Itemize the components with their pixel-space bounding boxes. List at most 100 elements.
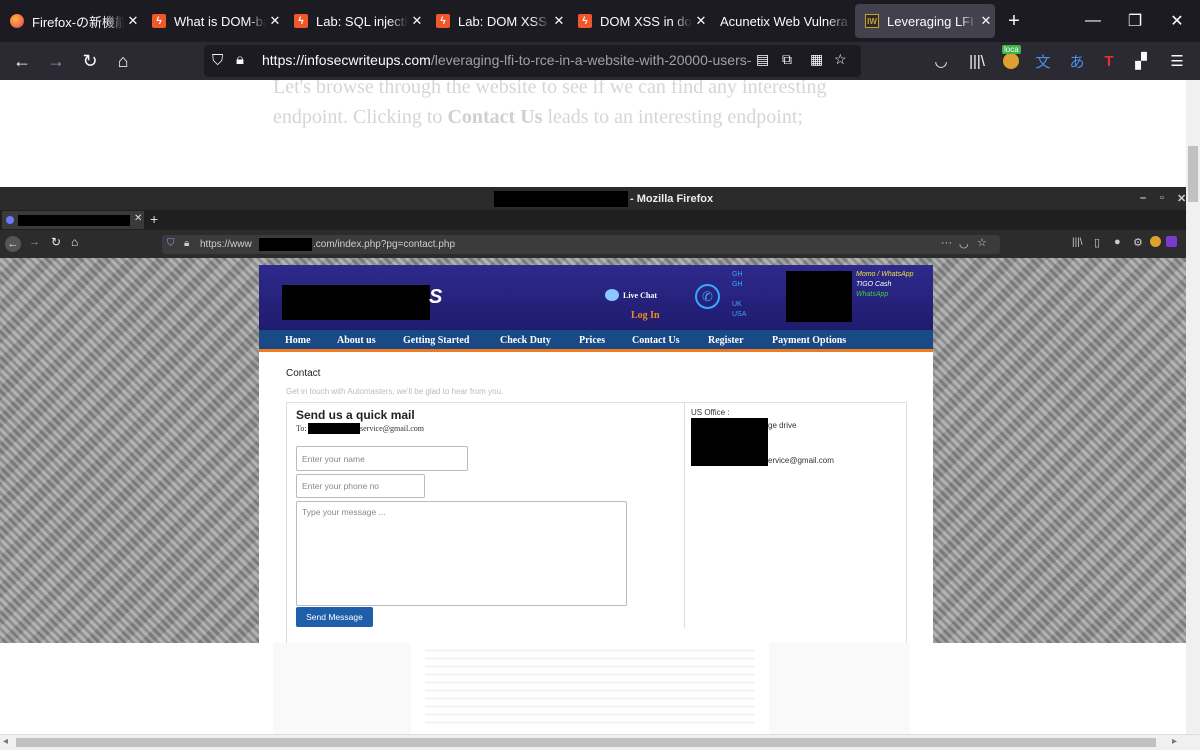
- contact-heading: Contact: [286, 368, 321, 379]
- payment-method: Momo / WhatsApp: [856, 271, 914, 278]
- send-message-label: Send Message: [306, 612, 363, 622]
- localhost-extension-button[interactable]: loca: [996, 45, 1026, 77]
- pocket-icon: ◡: [934, 53, 948, 70]
- inner-navigation-toolbar: ← → ↻ ⌂ ⛉ 🔒︎ https://www .com/index.php?…: [0, 230, 1186, 258]
- redacted-block: [786, 271, 852, 322]
- arrow-left-icon: ←: [5, 236, 21, 252]
- article-paragraph: Let's browse through the website to see …: [273, 80, 873, 132]
- site-nav-home: Home: [285, 335, 311, 346]
- horizontal-scrollbar[interactable]: ◂ ▸: [0, 734, 1200, 750]
- extension-icon: [1003, 53, 1019, 69]
- close-icon[interactable]: ✕: [550, 13, 568, 29]
- phone-placeholder: Enter your phone no: [302, 481, 380, 491]
- extension-icon: [1150, 236, 1161, 247]
- close-icon[interactable]: ✕: [266, 13, 284, 29]
- text-extension-button[interactable]: T: [1094, 45, 1124, 77]
- scroll-thumb[interactable]: [1188, 146, 1198, 202]
- restore-button[interactable]: ❐: [1112, 0, 1158, 42]
- translate-extension-2-button[interactable]: あ: [1062, 45, 1092, 77]
- country-code: UK: [732, 301, 742, 308]
- home-button[interactable]: ⌂: [107, 45, 139, 77]
- shield-icon[interactable]: ⛉: [212, 52, 223, 69]
- tab-sql-injection[interactable]: ϟ Lab: SQL injection ✕: [284, 0, 426, 42]
- close-icon[interactable]: ✕: [692, 13, 710, 29]
- contact-subtitle: Get in touch with Automasters, we'll be …: [286, 387, 504, 396]
- article-line: endpoint. Clicking to Contact Us leads t…: [273, 102, 873, 132]
- forward-button[interactable]: →: [40, 45, 72, 77]
- redacted-logo-block: [282, 285, 430, 320]
- library-icon: |||\: [1072, 237, 1083, 248]
- tab-firefox-whats-new[interactable]: Firefox-の新機能 - ✕: [0, 0, 142, 42]
- tab-acunetix[interactable]: Acunetix Web Vulnera: [710, 0, 852, 42]
- contact-panel: Send us a quick mail To: service@gmail.c…: [286, 402, 907, 643]
- message-placeholder: Type your message ...: [302, 507, 386, 517]
- vertical-scrollbar[interactable]: [1186, 80, 1200, 734]
- country-code: USA: [732, 311, 747, 318]
- tab-dom-xss-lab[interactable]: ϟ Lab: DOM XSS in d ✕: [426, 0, 568, 42]
- login-link: Log In: [631, 310, 660, 321]
- lock-icon: 🔒︎: [184, 238, 190, 249]
- country-code: GH: [732, 271, 743, 278]
- automasters-site: S Live Chat Log In ✆ GH GH UK USA Momo /…: [259, 265, 933, 643]
- minimize-button[interactable]: —: [1070, 0, 1116, 42]
- tab-dom-based[interactable]: ϟ What is DOM-base ✕: [142, 0, 284, 42]
- to-label: To:: [296, 424, 307, 433]
- library-icon: |||\: [969, 52, 985, 70]
- article-faded-content: [0, 643, 1186, 734]
- inner-url-suffix: .com/index.php?pg=contact.php: [313, 239, 456, 250]
- chevron-right-icon[interactable]: ▸: [1172, 736, 1177, 747]
- new-tab-button[interactable]: +: [996, 0, 1032, 42]
- arrow-right-icon: →: [47, 50, 65, 71]
- portswigger-icon: ϟ: [436, 14, 450, 28]
- inner-tab-strip: ✕ +: [0, 210, 1186, 230]
- faded-block: [769, 643, 910, 734]
- faded-text-block: [425, 649, 755, 729]
- close-icon[interactable]: ✕: [977, 13, 995, 29]
- article-screenshot-image: - Mozilla Firefox – ▫ ✕ ✕ + ← → ↻ ⌂ ⛉ 🔒︎…: [0, 187, 1186, 643]
- library-button[interactable]: |||\: [962, 45, 992, 77]
- close-icon: ✕: [1170, 13, 1184, 30]
- translate-extension-button[interactable]: 文: [1028, 45, 1058, 77]
- site-logo-fragment: S: [429, 286, 443, 308]
- redacted-block: [308, 423, 360, 434]
- redacted-block: [494, 191, 628, 207]
- extensions-button[interactable]: ▞: [1126, 45, 1156, 77]
- to-email: service@gmail.com: [360, 424, 425, 433]
- tab-dom-xss-document[interactable]: ϟ DOM XSS in docu ✕: [568, 0, 710, 42]
- country-code: GH: [732, 281, 743, 288]
- plus-icon: +: [150, 211, 159, 227]
- tab-title: DOM XSS in docu: [600, 13, 692, 29]
- payment-method: TIGO Cash: [856, 281, 892, 288]
- portswigger-icon: ϟ: [578, 14, 592, 28]
- minimize-icon: –: [1140, 192, 1147, 204]
- scroll-thumb[interactable]: [16, 738, 1156, 747]
- qr-code-icon[interactable]: ▦: [810, 51, 823, 68]
- site-nav-register: Register: [708, 335, 744, 346]
- office-email: ervice@gmail.com: [768, 456, 834, 465]
- close-window-button[interactable]: ✕: [1154, 0, 1200, 42]
- site-nav-contact: Contact Us: [632, 335, 680, 346]
- lock-icon[interactable]: 🔒︎: [236, 51, 244, 68]
- close-icon[interactable]: ✕: [124, 13, 142, 29]
- url-bar[interactable]: ⛉ 🔒︎ https://infosecwriteups.com/leverag…: [204, 45, 861, 77]
- name-input: Enter your name: [296, 446, 468, 471]
- close-icon: ✕: [1177, 193, 1186, 205]
- tab-title: Lab: DOM XSS in d: [458, 13, 550, 29]
- bookmark-star-icon[interactable]: ☆: [834, 51, 847, 68]
- inner-window-titlebar: - Mozilla Firefox – ▫ ✕: [0, 187, 1186, 210]
- divider: [684, 403, 685, 628]
- back-button[interactable]: ←: [6, 45, 38, 77]
- chevron-left-icon[interactable]: ◂: [3, 736, 8, 747]
- translate-icon: あ: [1069, 53, 1085, 71]
- reload-button[interactable]: ↻: [74, 45, 106, 77]
- close-icon[interactable]: ✕: [408, 13, 426, 29]
- menu-button[interactable]: ☰: [1162, 45, 1192, 77]
- translate-icon[interactable]: ⧉: [782, 51, 792, 68]
- tab-strip: Firefox-の新機能 - ✕ ϟ What is DOM-base ✕ ϟ …: [0, 0, 1200, 42]
- pocket-button[interactable]: ◡: [926, 45, 956, 77]
- settings-icon: ⚙: [1133, 237, 1143, 249]
- url-text[interactable]: https://infosecwriteups.com/leveraging-l…: [262, 52, 752, 68]
- tab-leveraging-lfi[interactable]: IW Leveraging LFI to ✕: [855, 4, 995, 38]
- reader-view-icon[interactable]: ▤: [756, 51, 769, 68]
- redacted-block: [259, 238, 312, 251]
